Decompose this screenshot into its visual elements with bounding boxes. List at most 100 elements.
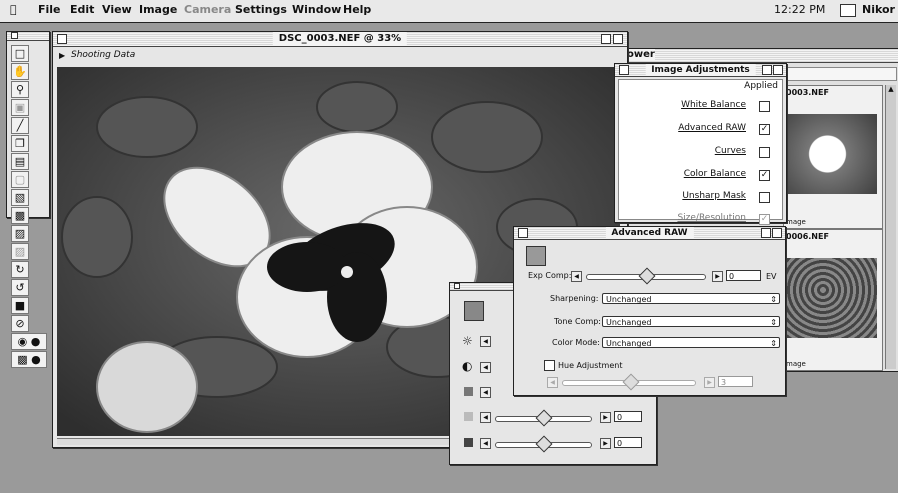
zoom-box-icon[interactable] xyxy=(601,34,611,44)
exp-comp-thumb[interactable] xyxy=(638,267,656,285)
shooting-data-label[interactable]: Shooting Data xyxy=(71,50,135,60)
camera-tool-icon[interactable]: ▣ xyxy=(11,99,29,116)
browser-scrollbar[interactable]: ▲ xyxy=(885,85,896,369)
delete-tool-icon[interactable]: ■ xyxy=(11,297,29,314)
white-balance-checkbox[interactable] xyxy=(759,101,770,112)
hue-decrease-button[interactable]: ◀ xyxy=(547,377,558,388)
thumbnail-card[interactable]: 0003.NEF mage xyxy=(783,85,883,229)
close-icon[interactable] xyxy=(518,228,528,238)
copy-tool-icon[interactable]: ❐ xyxy=(11,135,29,152)
hue-adjustment-checkbox[interactable] xyxy=(544,360,555,371)
advanced-raw-checkbox[interactable]: ✓ xyxy=(759,124,770,135)
status-icons[interactable]: ◉ ● xyxy=(11,333,47,350)
curves-checkbox[interactable] xyxy=(759,147,770,158)
close-icon[interactable] xyxy=(454,283,460,289)
unsharp-mask-checkbox[interactable] xyxy=(759,192,770,203)
hue-adjustment-label: Hue Adjustment xyxy=(558,361,623,370)
menu-file[interactable]: File xyxy=(38,3,61,16)
increase-button[interactable]: ▶ xyxy=(600,438,611,449)
hand-tool-icon[interactable]: ✋ xyxy=(11,63,29,80)
rotate-left-icon[interactable]: ↺ xyxy=(11,279,29,296)
exp-comp-increase-button[interactable]: ▶ xyxy=(712,271,723,282)
image-adjustments-titlebar[interactable]: Image Adjustments xyxy=(615,64,786,77)
collapse-box-icon[interactable] xyxy=(613,34,623,44)
green-value-field[interactable]: 0 xyxy=(614,411,642,422)
advanced-raw-link[interactable]: Advanced RAW xyxy=(678,123,746,133)
green-swatch-icon xyxy=(464,412,473,421)
white-balance-link[interactable]: White Balance xyxy=(681,100,746,110)
card-icons[interactable]: ▩ ● xyxy=(11,351,47,368)
menu-edit[interactable]: Edit xyxy=(70,3,94,16)
thumbnail-card[interactable]: 0006.NEF mage xyxy=(783,229,883,371)
display-tool-icon[interactable]: ▤ xyxy=(11,153,29,170)
marquee-tool-icon[interactable]: □ xyxy=(11,45,29,62)
menu-camera[interactable]: Camera xyxy=(184,3,231,16)
collapse-box-icon[interactable] xyxy=(773,65,783,75)
disclosure-triangle-icon[interactable]: ▶ xyxy=(59,51,65,60)
select-arrows-icon: ⇕ xyxy=(770,339,777,348)
advanced-raw-title: Advanced RAW xyxy=(605,227,694,239)
hue-thumb[interactable] xyxy=(622,373,640,391)
scroll-up-icon[interactable]: ▲ xyxy=(886,85,896,93)
no-entry-icon[interactable]: ⊘ xyxy=(11,315,29,332)
image-window-titlebar[interactable]: DSC_0003.NEF @ 33% xyxy=(53,32,627,47)
close-icon[interactable] xyxy=(11,32,18,39)
unsharp-mask-link[interactable]: Unsharp Mask xyxy=(682,191,746,201)
contrast-icon: ◐ xyxy=(462,359,473,373)
duplicate-tool-icon[interactable]: ▨ xyxy=(11,243,29,260)
menu-view[interactable]: View xyxy=(102,3,132,16)
zoom-box-icon[interactable] xyxy=(762,65,772,75)
blue-value-field[interactable]: 0 xyxy=(614,437,642,448)
menu-help[interactable]: Help xyxy=(343,3,371,16)
increase-button[interactable]: ▶ xyxy=(600,412,611,423)
color-mode-label: Color Mode: xyxy=(552,338,600,347)
advanced-raw-titlebar[interactable]: Advanced RAW xyxy=(514,227,785,240)
menu-window[interactable]: Window xyxy=(292,3,341,16)
decrease-button[interactable]: ◀ xyxy=(480,387,491,398)
exp-comp-decrease-button[interactable]: ◀ xyxy=(571,271,582,282)
exp-comp-value-field[interactable]: 0 xyxy=(726,270,761,281)
color-balance-checkbox[interactable]: ✓ xyxy=(759,170,770,181)
color-balance-link[interactable]: Color Balance xyxy=(684,169,746,179)
exp-comp-unit: EV xyxy=(766,272,777,281)
decrease-button[interactable]: ◀ xyxy=(480,362,491,373)
open-tool-icon[interactable]: ▧ xyxy=(11,189,29,206)
color-mode-select[interactable]: Unchanged ⇕ xyxy=(602,337,780,348)
rotate-right-icon[interactable]: ↻ xyxy=(11,261,29,278)
slider-thumb[interactable] xyxy=(535,435,553,453)
sharpening-select[interactable]: Unchanged ⇕ xyxy=(602,293,780,304)
save-tool-icon[interactable]: ▩ xyxy=(11,207,29,224)
zoom-tool-icon[interactable]: ⚲ xyxy=(11,81,29,98)
color-balance-icon xyxy=(464,301,484,321)
tools-titlebar[interactable] xyxy=(7,32,49,41)
close-icon[interactable] xyxy=(619,65,629,75)
print-tool-icon[interactable]: ▨ xyxy=(11,225,29,242)
pencil-tool-icon[interactable]: ╱ xyxy=(11,117,29,134)
zoom-box-icon[interactable] xyxy=(761,228,771,238)
sharpening-label: Sharpening: xyxy=(550,294,599,303)
apple-menu-icon[interactable]:  xyxy=(10,3,17,16)
control-strip-icon[interactable] xyxy=(840,4,856,17)
decrease-button[interactable]: ◀ xyxy=(480,336,491,347)
tone-comp-select[interactable]: Unchanged ⇕ xyxy=(602,316,780,327)
hue-value-field[interactable]: 3 xyxy=(718,376,753,387)
browser-titlebar[interactable]: ower xyxy=(623,49,898,63)
close-icon[interactable] xyxy=(57,34,67,44)
decrease-button[interactable]: ◀ xyxy=(480,438,491,449)
thumbnail-caption: mage xyxy=(786,218,806,226)
app-menu[interactable]: Nikor xyxy=(862,3,895,16)
select-arrows-icon: ⇕ xyxy=(770,295,777,304)
menu-settings[interactable]: Settings xyxy=(235,3,287,16)
red-swatch-icon xyxy=(464,387,473,396)
hue-increase-button[interactable]: ▶ xyxy=(704,377,715,388)
fit-tool-icon[interactable]: ▢ xyxy=(11,171,29,188)
size-resolution-checkbox[interactable]: ✓ xyxy=(759,214,770,225)
menu-bar:  File Edit View Image Camera Settings W… xyxy=(0,0,898,23)
collapse-box-icon[interactable] xyxy=(772,228,782,238)
size-resolution-link[interactable]: Size/Resolution xyxy=(677,213,746,223)
decrease-button[interactable]: ◀ xyxy=(480,412,491,423)
curves-link[interactable]: Curves xyxy=(715,146,746,156)
menu-image[interactable]: Image xyxy=(139,3,177,16)
slider-thumb[interactable] xyxy=(535,409,553,427)
thumbnail-image xyxy=(787,258,877,338)
